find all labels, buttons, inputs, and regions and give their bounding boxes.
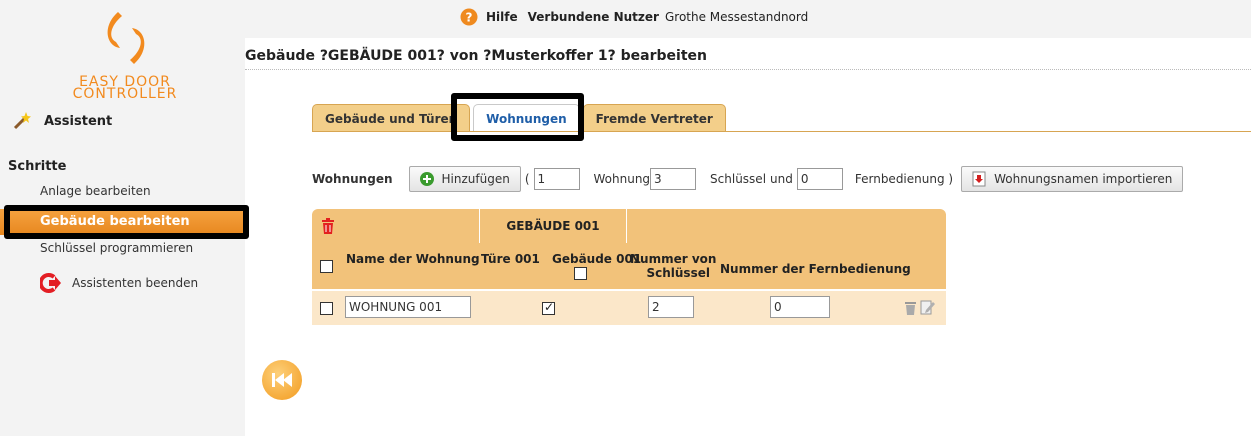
sidebar-item-schluessel-programmieren[interactable]: Schlüssel programmieren [40, 241, 193, 255]
highlight-frame [4, 205, 249, 239]
plus-icon [419, 172, 434, 186]
select-all-checkbox[interactable] [320, 260, 333, 273]
fernbedienung-label: Fernbedienung ) [854, 172, 954, 186]
delete-selected-icon[interactable] [321, 218, 335, 234]
schluessel-number-input[interactable] [648, 296, 694, 318]
add-button-label: Hinzufügen [441, 172, 510, 186]
wohnungen-toolbar: Wohnungen Hinzufügen ( Wohnung Schlüssel… [312, 165, 1184, 193]
import-icon [972, 171, 986, 187]
svg-text:?: ? [466, 11, 473, 25]
user-name: Grothe Messestandnord [664, 10, 809, 24]
table-row [312, 291, 946, 325]
sidebar: EASY DOOR CONTROLLER Assistent Schritte … [0, 0, 249, 436]
help-icon[interactable]: ? [460, 8, 478, 26]
app-window: EASY DOOR CONTROLLER Assistent Schritte … [0, 0, 1251, 436]
steps-heading: Schritte [8, 159, 67, 174]
exit-label: Assistenten beenden [72, 276, 199, 290]
table-header [312, 209, 946, 289]
column-header-gebaeude: Gebäude 001 [552, 252, 642, 266]
logo-line2: CONTROLLER [72, 86, 178, 102]
exit-assistant-link[interactable]: Assistenten beenden [40, 273, 198, 293]
column-header-schluessel: Nummer von Schlüssel [630, 252, 716, 280]
fernbedienung-number-input[interactable] [770, 296, 830, 318]
group-header-gebaeude: GEBÄUDE 001 [479, 209, 627, 243]
tab-gebaeude-und-tueren[interactable]: Gebäude und Türen [312, 104, 471, 132]
tuere-access-checkbox[interactable] [542, 300, 555, 315]
magic-wand-icon [13, 112, 31, 130]
top-bar: ? Hilfe Verbundene Nutzer Grothe Messest… [245, 0, 1251, 38]
delete-row-icon[interactable] [904, 300, 917, 315]
import-button-label: Wohnungsnamen importieren [994, 172, 1173, 186]
page-title: Gebäude ?GEBÄUDE 001? von ?Musterkoffer … [245, 48, 1251, 70]
sidebar-item-anlage-bearbeiten[interactable]: Anlage bearbeiten [40, 184, 151, 198]
exit-icon [40, 273, 61, 293]
import-button[interactable]: Wohnungsnamen importieren [961, 166, 1184, 192]
schluessel-label: Schlüssel [710, 172, 767, 186]
help-link[interactable]: Hilfe [486, 10, 518, 24]
row-checkbox[interactable] [320, 302, 333, 315]
edit-row-icon[interactable] [920, 299, 935, 315]
tab-fremde-vertreter[interactable]: Fremde Vertreter [582, 104, 726, 132]
rewind-icon [272, 373, 292, 387]
column-header-fernbedienung: Nummer der Fernbedienung [720, 262, 911, 276]
und-label: und [770, 172, 793, 186]
column-header-name: Name der Wohnung [346, 252, 480, 266]
column-header-tuere: Türe 001 [481, 252, 540, 266]
connected-users-label: Verbundene Nutzer [527, 10, 659, 24]
assistent-link[interactable]: Assistent [12, 110, 112, 132]
logo-text: EASY DOOR CONTROLLER [60, 75, 190, 102]
fernbedienung-count-input[interactable] [796, 168, 843, 190]
assistent-label: Assistent [44, 113, 113, 129]
open-paren: ( [524, 172, 530, 186]
column-header-schluessel-line1: Nummer von [630, 252, 717, 266]
column-header-schluessel-line2: Schlüssel [646, 266, 710, 280]
add-button[interactable]: Hinzufügen [408, 166, 521, 192]
wohnungen-label: Wohnungen [312, 172, 393, 186]
wohnung-count-input[interactable] [533, 168, 580, 190]
highlight-frame [451, 93, 584, 141]
wohnung-name-input[interactable] [345, 296, 471, 318]
logo-icon [107, 12, 145, 64]
back-button[interactable] [262, 360, 302, 400]
schluessel-count-input[interactable] [650, 168, 697, 190]
wohnung-label: Wohnung [593, 172, 651, 186]
wohnungen-table: GEBÄUDE 001 Name der Wohnung Türe 001 Ge… [312, 209, 946, 325]
gebaeude-select-checkbox[interactable] [574, 267, 587, 280]
